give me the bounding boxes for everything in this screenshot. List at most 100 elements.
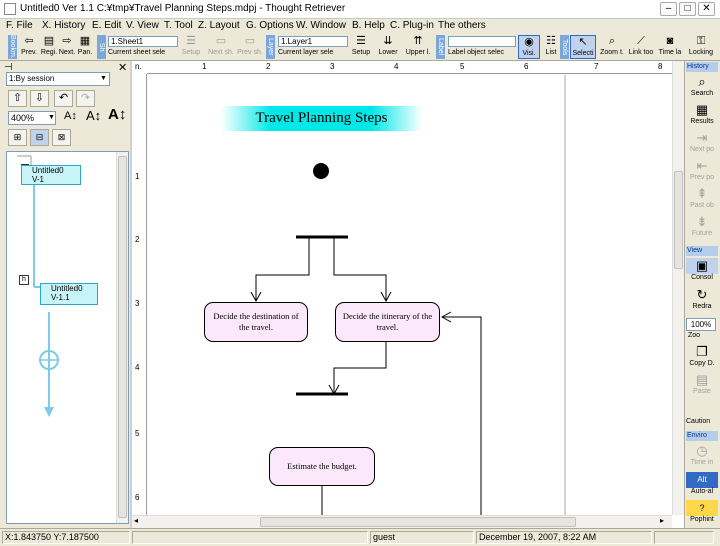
label-select[interactable] — [448, 36, 516, 47]
tree-icon: ⊞ — [13, 132, 22, 142]
upper-icon: ⇈ — [413, 35, 423, 47]
sheet-select[interactable]: 1.Sheet1 — [108, 36, 178, 47]
prev-bookmark-button[interactable]: ⇦ Prev. — [18, 35, 40, 59]
menu-options[interactable]: G. Options — [246, 20, 294, 31]
ruler-mark: 2 — [266, 62, 271, 71]
future-icon: ⇟ — [696, 214, 708, 229]
menu-edit[interactable]: E. Edit — [92, 20, 121, 31]
results-button[interactable]: ▦ Results — [686, 102, 718, 128]
sheet-setup-button[interactable]: ☰ Setup — [180, 35, 202, 59]
undo-button[interactable]: ↶ — [54, 90, 73, 107]
panel-bookmark-button[interactable]: ▦ Pan. — [74, 35, 96, 59]
redo-button[interactable]: ↷ — [76, 90, 95, 107]
vertical-ruler: 1 2 3 4 5 6 7 — [132, 74, 147, 515]
close-button[interactable]: ✕ — [698, 2, 715, 16]
copy-button[interactable]: ❐ Copy D. — [686, 344, 718, 370]
zoom-tool-button[interactable]: ⌕ Zoom t. — [598, 35, 626, 59]
next-point-button[interactable]: ⇥ Next po — [686, 130, 718, 156]
list-icon: ☷ — [546, 35, 556, 47]
future-button[interactable]: ⇟ Future — [686, 214, 718, 240]
prev-sheet-button[interactable]: ▭ Prev sh. — [236, 35, 264, 59]
font-large-button[interactable]: A↕ — [108, 106, 126, 123]
scroll-right-icon[interactable]: ▸ — [660, 516, 664, 525]
selection-tool-button[interactable]: ↖ Selecti — [570, 35, 596, 59]
ruler-mark: 5 — [460, 62, 465, 71]
group-bookmark: Bookm. — [8, 35, 17, 59]
time-lapse-button[interactable]: ◙ Time la — [656, 35, 684, 59]
layer-select[interactable]: 1.Layer1 — [278, 36, 348, 47]
canvas-hscroll[interactable]: ◂ ▸ — [132, 515, 672, 528]
console-button[interactable]: ▣ Consol — [686, 258, 718, 284]
node-budget[interactable]: Estimate the budget. — [269, 447, 375, 486]
session-select[interactable]: 1:By session — [6, 72, 110, 86]
prev-point-icon: ⇤ — [696, 158, 708, 173]
redraw-button[interactable]: ↻ Redra — [686, 287, 718, 313]
move-up-button[interactable]: ⇧ — [8, 90, 27, 107]
panel-close-icon[interactable]: ✕ — [118, 61, 127, 74]
font-small-button[interactable]: A↕ — [64, 110, 77, 122]
group-label: Label — [436, 35, 445, 59]
initial-node — [313, 163, 329, 179]
move-down-button[interactable]: ⇩ — [30, 90, 49, 107]
prev-point-button[interactable]: ⇤ Prev po — [686, 158, 718, 184]
diagram-connectors — [250, 75, 566, 515]
group-tools: Tools — [560, 35, 569, 59]
lower-layer-button[interactable]: ⇊ Lower — [374, 35, 402, 59]
scroll-thumb[interactable] — [118, 156, 127, 518]
diagram-page[interactable] — [148, 75, 684, 515]
ruler-mark: 5 — [135, 429, 140, 438]
next-sheet-button[interactable]: ▭ Next sh. — [206, 35, 236, 59]
locking-button[interactable]: ⚿ Locking — [686, 35, 716, 59]
scroll-thumb[interactable] — [260, 517, 576, 527]
font-medium-button[interactable]: A↕ — [86, 108, 101, 123]
past-object-button[interactable]: ⇞ Past ob — [686, 186, 718, 212]
menu-help[interactable]: B. Help — [352, 20, 385, 31]
canvas-vscroll[interactable] — [672, 61, 684, 515]
menu-others[interactable]: The others — [438, 20, 486, 31]
version-tree: Untitled0 V-1 h Untitled0 V-1.1 — [6, 151, 129, 524]
menu-layout[interactable]: Z. Layout — [198, 20, 240, 31]
tree-node-v1-1[interactable]: Untitled0 V-1.1 — [40, 283, 98, 305]
search-button[interactable]: ⌕ Search — [686, 74, 718, 100]
menu-plugin[interactable]: C. Plug-in — [390, 20, 434, 31]
chevron-down-icon[interactable]: ▼ — [48, 114, 55, 121]
tree-node-v1[interactable]: Untitled0 V-1 — [21, 165, 81, 185]
menu-view[interactable]: V. View — [126, 20, 159, 31]
group-sheet: Sh — [97, 35, 106, 59]
time-interval-button[interactable]: ◷ Time in — [686, 443, 718, 469]
merge-view-button[interactable]: ⊠ — [52, 129, 71, 146]
label-list-button[interactable]: ☷ List — [540, 35, 562, 59]
app-icon[interactable] — [4, 3, 16, 15]
menu-window[interactable]: W. Window — [296, 20, 346, 31]
ruler-mark: 2 — [135, 235, 140, 244]
label-visible-button[interactable]: ◉ Visi. — [518, 35, 540, 59]
tree-scrollbar[interactable] — [116, 152, 128, 523]
environment-header: Enviro — [686, 431, 718, 441]
branch-view-button[interactable]: ⊟ — [30, 129, 49, 146]
lock-icon: ⚿ — [696, 35, 706, 47]
paste-button[interactable]: ▤ Paste — [686, 372, 718, 398]
magnifier-icon: ⌕ — [608, 35, 616, 47]
maximize-button[interactable]: □ — [679, 2, 696, 16]
upper-layer-button[interactable]: ⇈ Upper l. — [404, 35, 432, 59]
tree-view-button[interactable]: ⊞ — [8, 129, 27, 146]
camera-icon: ◙ — [666, 35, 674, 47]
history-header: History — [686, 62, 718, 72]
minimize-button[interactable]: – — [660, 2, 677, 16]
diagram-title[interactable]: Travel Planning Steps — [221, 106, 422, 131]
menu-file[interactable]: F. File — [6, 20, 33, 31]
scroll-thumb[interactable] — [674, 171, 683, 269]
lower-icon: ⇊ — [383, 35, 393, 47]
menu-history[interactable]: X. History — [42, 20, 85, 31]
pophint-button[interactable]: ? Pophint — [686, 500, 718, 526]
scroll-left-icon[interactable]: ◂ — [134, 516, 138, 525]
group-layer: Layer — [266, 35, 275, 59]
node-itinerary[interactable]: Decide the itinerary of the travel. — [335, 302, 440, 342]
auto-alt-button[interactable]: Alt Auto-al — [686, 472, 718, 498]
zoom-field[interactable]: 100% — [686, 318, 716, 331]
layer-setup-button[interactable]: ☰ Setup — [350, 35, 372, 59]
chevron-down-icon[interactable]: ▼ — [100, 75, 107, 82]
menu-tool[interactable]: T. Tool — [164, 20, 193, 31]
link-tool-button[interactable]: ⟋ Link too — [627, 35, 655, 59]
node-destination[interactable]: Decide the destination of the travel. — [204, 302, 308, 342]
